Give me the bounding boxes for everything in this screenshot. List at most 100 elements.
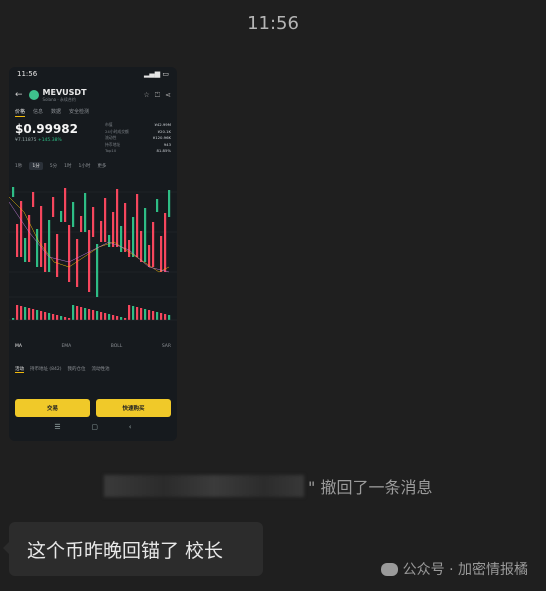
candle bbox=[76, 239, 79, 287]
volume-bar bbox=[100, 312, 103, 320]
candle bbox=[124, 203, 127, 252]
candle bbox=[88, 230, 91, 292]
volume-bar bbox=[76, 306, 79, 320]
bottom-tabs: 活动 持币地址 (842) 我的仓位 流动性池 bbox=[15, 366, 171, 373]
price-box: $0.99982 ¥7.11875 +145.38% 市值 ¥42.99M 24小… bbox=[9, 120, 177, 157]
candle bbox=[92, 207, 95, 237]
back-arrow-icon: ← bbox=[15, 90, 23, 100]
tab-holders: 持币地址 (842) bbox=[30, 367, 62, 372]
chat-message-bubble[interactable]: 这个币昨晚回锚了 校长 bbox=[3, 522, 263, 576]
candle bbox=[84, 193, 87, 232]
candle bbox=[96, 244, 99, 297]
ind-ma: MA bbox=[15, 344, 22, 349]
tab-data: 数据 bbox=[51, 109, 62, 115]
volume-bar bbox=[116, 316, 119, 320]
volume-bar bbox=[44, 312, 47, 320]
candle bbox=[36, 229, 39, 267]
candle bbox=[108, 235, 111, 247]
candle bbox=[12, 187, 15, 197]
volume-bar bbox=[128, 305, 131, 320]
menu-icon: ☰ bbox=[54, 423, 61, 431]
candle bbox=[48, 220, 51, 272]
volume-bar bbox=[52, 314, 55, 320]
volume-bar bbox=[72, 305, 75, 320]
candle bbox=[104, 198, 107, 242]
tf-more: 更多 bbox=[97, 163, 107, 169]
alert-icon: ⏍ bbox=[154, 90, 161, 99]
candle bbox=[164, 213, 167, 272]
shared-screenshot[interactable]: 11:56 ▂▄▆ ▭ ← MEVUSDT Solana · 永续合约 ☆ ⏍ … bbox=[9, 67, 177, 441]
pair-tabs: 价格 信息 数据 安全检测 bbox=[9, 105, 177, 120]
tf-1s: 1秒 bbox=[15, 163, 23, 169]
candle bbox=[128, 240, 131, 257]
volume-bar bbox=[120, 317, 123, 320]
candle bbox=[148, 245, 151, 267]
watermark-text: 公众号 · 加密情报橘 bbox=[402, 562, 528, 578]
pair-subtitle: Solana · 永续合约 bbox=[42, 96, 76, 102]
candle bbox=[132, 217, 135, 257]
candle bbox=[120, 226, 123, 252]
volume-bar bbox=[156, 312, 159, 320]
volume-bar bbox=[92, 310, 95, 320]
volume-bar bbox=[80, 307, 83, 320]
candle bbox=[152, 222, 155, 267]
candle bbox=[68, 225, 71, 282]
ind-ema: EMA bbox=[61, 344, 72, 349]
candle bbox=[40, 206, 43, 267]
volume-bar bbox=[144, 309, 147, 320]
stat-row: Top10 81.85% bbox=[105, 148, 171, 153]
recall-notice: " 撤回了一条消息 bbox=[104, 474, 432, 498]
volume-bar bbox=[84, 308, 87, 320]
volume-bar bbox=[32, 309, 35, 320]
candle bbox=[44, 243, 47, 272]
pair-header: ← MEVUSDT Solana · 永续合约 ☆ ⏍ ⋖ bbox=[9, 81, 177, 105]
volume-bar bbox=[136, 307, 139, 320]
tab-price: 价格 bbox=[15, 109, 26, 117]
candle bbox=[64, 188, 67, 222]
volume-bar bbox=[160, 313, 163, 320]
volume-bar bbox=[60, 316, 63, 320]
phone-status-time: 11:56 bbox=[17, 70, 38, 78]
volume-bar bbox=[64, 317, 67, 320]
volume-bar bbox=[40, 311, 43, 320]
candle bbox=[112, 212, 115, 247]
candle bbox=[56, 234, 59, 277]
volume-bar bbox=[36, 310, 39, 320]
volume-bar bbox=[124, 318, 127, 320]
phone-nav-bar: ☰ ▢ ‹ bbox=[9, 423, 177, 431]
candle bbox=[168, 190, 171, 217]
tab-security: 安全检测 bbox=[69, 109, 90, 115]
volume-bar bbox=[164, 314, 167, 320]
volume-bar bbox=[68, 318, 71, 320]
volume-bar bbox=[24, 307, 27, 320]
candle bbox=[72, 202, 75, 227]
tf-5m: 5分 bbox=[49, 163, 58, 169]
candle bbox=[156, 199, 159, 212]
stats-panel: 市值 ¥42.99M 24小时成交额 ¥20.1K 流动性 ¥120.96K 持币地址… bbox=[105, 122, 171, 155]
candle bbox=[52, 197, 55, 217]
share-icon: ⋖ bbox=[165, 90, 171, 99]
volume-bar bbox=[104, 313, 107, 320]
action-buttons: 交易 快速购买 bbox=[15, 399, 171, 417]
tab-pools: 流动性池 bbox=[91, 367, 110, 372]
ind-boll: BOLL bbox=[110, 344, 123, 349]
volume-bar bbox=[152, 311, 155, 320]
candle bbox=[116, 189, 119, 247]
tf-1m: 1分 bbox=[29, 161, 43, 170]
volume-bar bbox=[28, 308, 31, 320]
volume-bar bbox=[168, 315, 171, 320]
tf-1hour: 1小时 bbox=[78, 163, 91, 169]
ind-sar: SAR bbox=[161, 344, 171, 349]
volume-bar bbox=[112, 315, 115, 320]
recall-text: " 撤回了一条消息 bbox=[308, 478, 433, 497]
price-change: +145.38% bbox=[37, 138, 62, 143]
tab-positions: 我的仓位 bbox=[67, 367, 86, 372]
candle bbox=[16, 224, 19, 257]
chat-timestamp: 11:56 bbox=[247, 13, 299, 34]
volume-bar bbox=[20, 306, 23, 320]
trade-button: 交易 bbox=[15, 399, 90, 417]
candle bbox=[32, 192, 35, 207]
candlestick-chart bbox=[9, 187, 177, 321]
volume-bar bbox=[108, 314, 111, 320]
wechat-icon bbox=[380, 562, 398, 576]
